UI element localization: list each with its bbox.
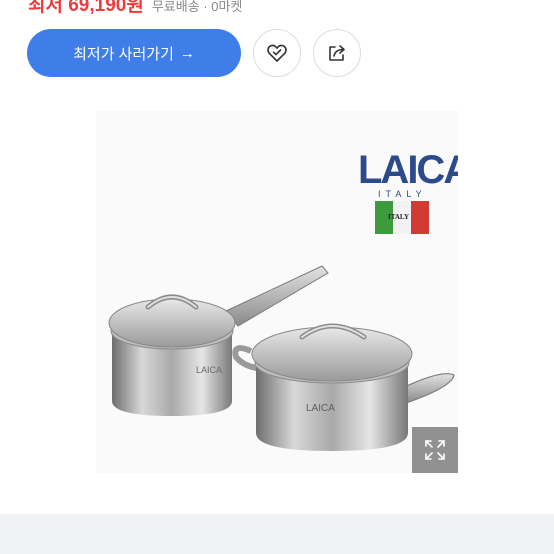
brand-country: ITALY: [378, 189, 427, 199]
section-divider: [0, 514, 554, 554]
price-row: 최저 69,190원 무료배송 · 0마켓: [28, 0, 243, 16]
buy-lowest-label: 최저가 사러가기: [73, 45, 174, 63]
italy-flag: ITALY: [375, 201, 429, 234]
casserole-pot: LAICA: [251, 323, 413, 451]
buy-lowest-button[interactable]: 최저가 사러가기 →: [27, 29, 241, 77]
flag-text: ITALY: [388, 213, 409, 221]
arrow-right-icon: →: [179, 44, 195, 62]
share-icon: [329, 45, 345, 61]
lowest-price: 최저 69,190원: [28, 0, 144, 16]
expand-image-button[interactable]: [412, 427, 458, 473]
share-button[interactable]: [313, 29, 361, 77]
action-row: 최저가 사러가기 →: [27, 29, 361, 77]
saucepan: LAICA: [108, 294, 236, 416]
heart-check-icon: [267, 44, 287, 62]
casserole-engraving: LAICA: [306, 403, 335, 414]
wishlist-button[interactable]: [253, 29, 301, 77]
expand-icon: [425, 440, 445, 460]
saucepan-engraving: LAICA: [196, 365, 222, 375]
cookware-set-image: LAICA ITALY ITALY LAICA LAICA: [108, 148, 458, 451]
brand-logo: LAICA: [358, 148, 458, 192]
product-image[interactable]: LAICA ITALY ITALY LAICA LAICA: [96, 111, 458, 473]
saucepan-handle: [225, 265, 329, 327]
shipping-info: 무료배송 · 0마켓: [151, 0, 243, 14]
